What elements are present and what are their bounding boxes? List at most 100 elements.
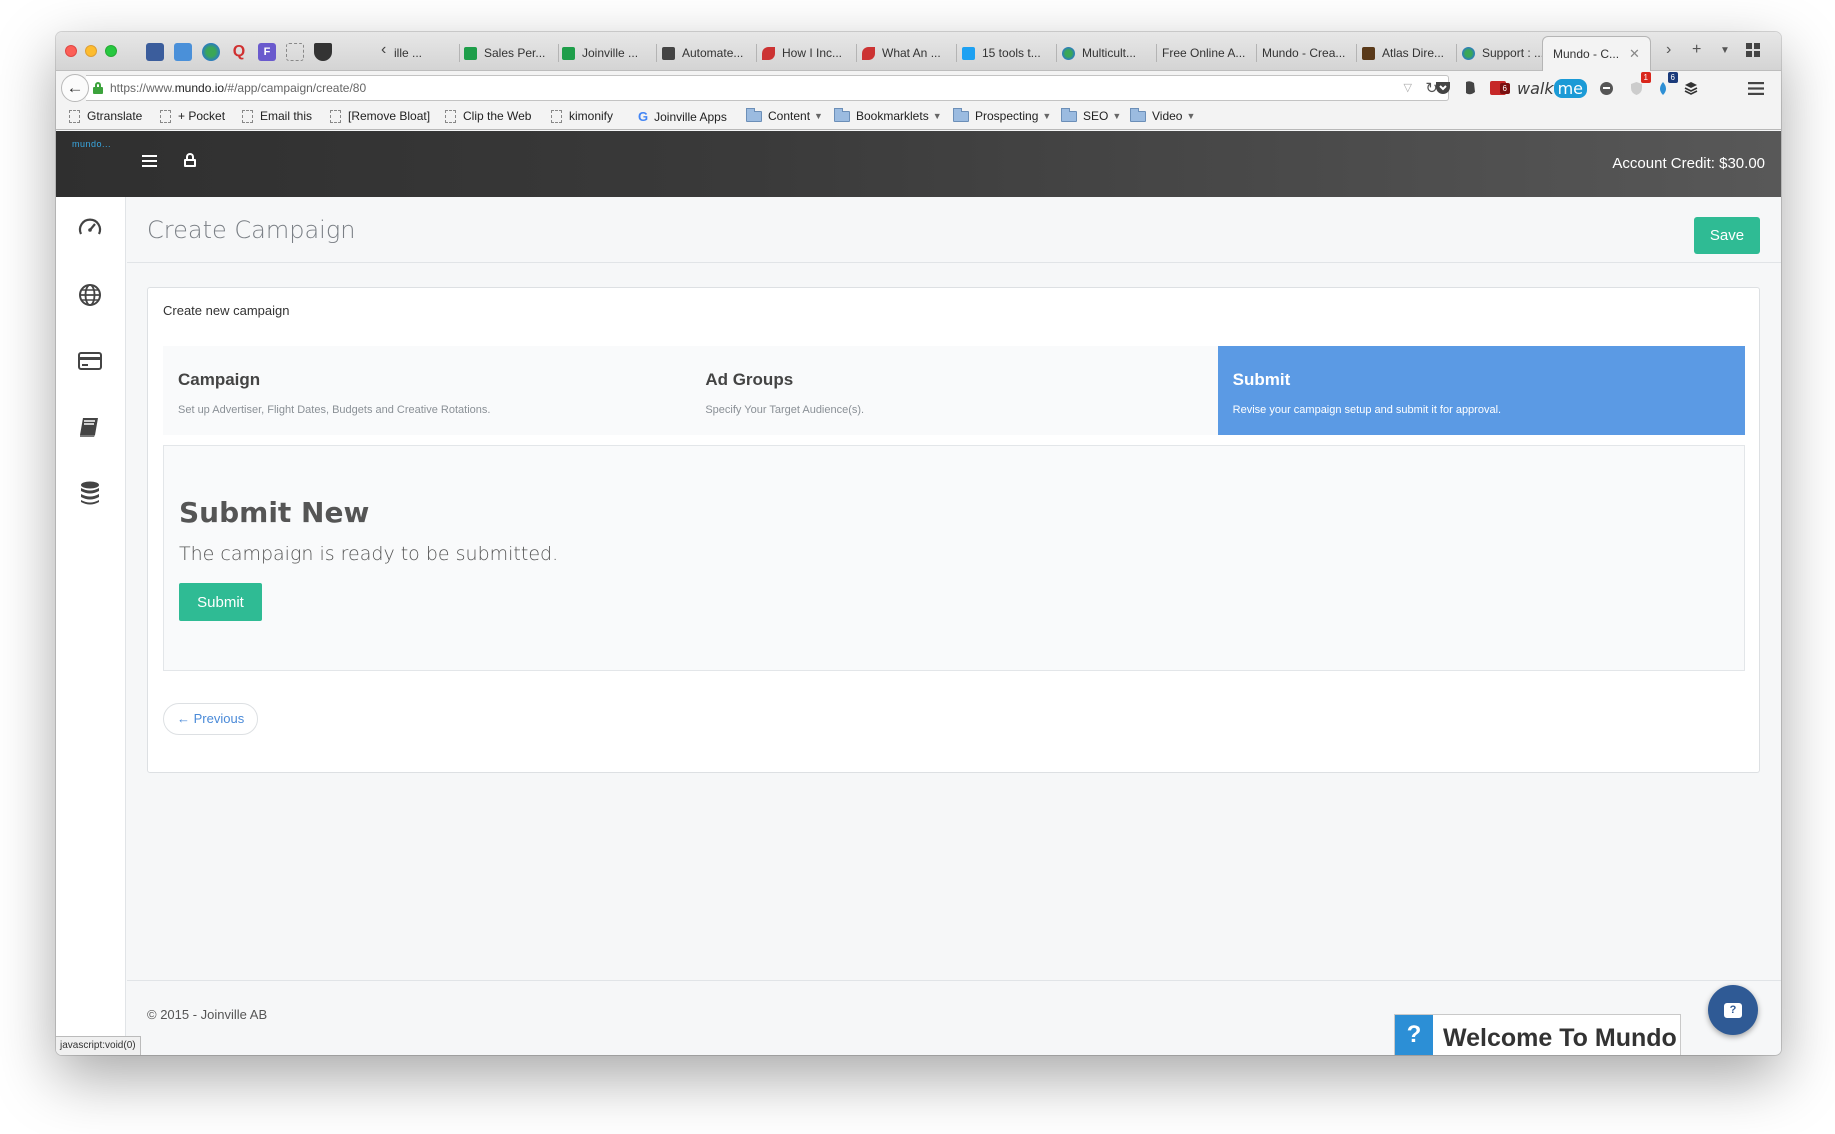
credit-card-icon bbox=[78, 352, 102, 370]
sheets-icon bbox=[464, 46, 477, 60]
tab-title: Automate... bbox=[682, 46, 744, 60]
maximize-window-button[interactable] bbox=[105, 45, 117, 57]
minimize-window-button[interactable] bbox=[85, 45, 97, 57]
bookmark-item[interactable]: + Pocket bbox=[160, 109, 225, 123]
tab-item[interactable]: What An ... bbox=[862, 41, 952, 65]
bookmark-folder[interactable]: Prospecting ▼ bbox=[953, 107, 1051, 123]
submit-button[interactable]: Submit bbox=[179, 583, 262, 621]
shield-extension-icon[interactable]: 1 bbox=[1627, 72, 1651, 98]
tab-title: Atlas Dire... bbox=[1382, 46, 1445, 60]
bookmark-folder[interactable]: SEO ▼ bbox=[1061, 107, 1121, 123]
tab-title: Free Online A... bbox=[1162, 46, 1246, 60]
step-title: Submit bbox=[1232, 370, 1291, 389]
tab-item[interactable]: How I Inc... bbox=[762, 41, 852, 65]
close-window-button[interactable] bbox=[65, 45, 77, 57]
sidebar-item-database[interactable] bbox=[76, 479, 104, 507]
hamburger-menu-icon[interactable] bbox=[142, 155, 157, 167]
bookmark-folder[interactable]: Content ▼ bbox=[746, 107, 823, 123]
tab-item[interactable]: ille ... bbox=[394, 41, 454, 65]
pinned-tab-globe-icon[interactable] bbox=[202, 43, 220, 61]
bookmark-folder[interactable]: Bookmarklets ▼ bbox=[834, 107, 942, 123]
bookmark-item[interactable]: Email this bbox=[242, 109, 312, 123]
tab-separator bbox=[656, 44, 657, 62]
tab-list-icon[interactable]: ▼ bbox=[1720, 45, 1730, 56]
app-logo[interactable]: mundo... bbox=[72, 139, 111, 149]
bookmark-label: Content bbox=[768, 109, 811, 123]
bookmark-item[interactable]: Clip the Web bbox=[445, 109, 531, 123]
step-title: Campaign bbox=[178, 370, 261, 389]
tab-item[interactable]: Free Online A... bbox=[1162, 41, 1252, 65]
sidebar-item-billing[interactable] bbox=[76, 347, 104, 375]
tab-title: Mundo - Crea... bbox=[1262, 46, 1346, 60]
bookmark-label: Bookmarklets bbox=[856, 109, 929, 123]
tab-active[interactable]: Mundo - C... ✕ bbox=[1542, 36, 1651, 71]
chevron-down-icon: ▼ bbox=[1186, 111, 1196, 121]
help-chat-button[interactable]: ? bbox=[1708, 985, 1758, 1035]
step-ad-groups[interactable]: Ad Groups Specify Your Target Audience(s… bbox=[690, 346, 1218, 435]
browser-menu-icon[interactable] bbox=[1747, 78, 1765, 98]
pinned-tab-chart-icon[interactable] bbox=[146, 43, 164, 61]
sheets-icon bbox=[562, 46, 575, 60]
tab-title: What An ... bbox=[882, 46, 941, 60]
close-tab-icon[interactable]: ✕ bbox=[1629, 46, 1640, 62]
rocket-icon bbox=[762, 46, 775, 60]
tab-title: Joinville ... bbox=[582, 46, 639, 60]
evernote-icon[interactable] bbox=[1460, 78, 1480, 98]
tab-separator bbox=[856, 44, 857, 62]
submit-title: Submit New bbox=[179, 496, 370, 529]
chevron-down-icon: ▼ bbox=[932, 111, 942, 121]
bookmark-item[interactable]: Gtranslate bbox=[69, 109, 142, 123]
lock-icon[interactable] bbox=[184, 153, 196, 167]
tab-title: Mundo - C... bbox=[1553, 47, 1620, 61]
extension-badge-red: 1 bbox=[1640, 72, 1651, 83]
chat-face-icon[interactable] bbox=[1596, 78, 1616, 98]
page-icon bbox=[160, 109, 171, 123]
tab-separator bbox=[1456, 44, 1457, 62]
bookmark-item[interactable]: kimonify bbox=[551, 109, 613, 123]
tab-title: Sales Per... bbox=[484, 46, 546, 60]
pocket-icon[interactable] bbox=[1433, 78, 1453, 98]
tab-groups-icon[interactable] bbox=[1746, 43, 1760, 62]
drop-extension-icon[interactable]: 6 bbox=[1654, 72, 1678, 98]
step-campaign[interactable]: Campaign Set up Advertiser, Flight Dates… bbox=[163, 346, 691, 435]
tab-item[interactable]: Sales Per... bbox=[464, 41, 554, 65]
tab-item[interactable]: Support : ... bbox=[1462, 41, 1552, 65]
tab-scroll-left-icon[interactable]: ‹ bbox=[381, 41, 386, 59]
pinned-tab-pocket-icon[interactable] bbox=[314, 43, 332, 61]
chat-bubble-icon: ? bbox=[1724, 1002, 1742, 1018]
pinned-tab-f-icon[interactable]: F bbox=[258, 43, 276, 61]
tab-item[interactable]: Atlas Dire... bbox=[1362, 41, 1452, 65]
bookmark-item[interactable]: [Remove Bloat] bbox=[330, 109, 430, 123]
save-button[interactable]: Save bbox=[1694, 217, 1760, 254]
tab-item[interactable]: Automate... bbox=[662, 41, 752, 65]
sidebar-item-globe[interactable] bbox=[76, 281, 104, 309]
url-bar[interactable]: https://www.mundo.io/#/app/campaign/crea… bbox=[86, 75, 1449, 101]
buffer-stack-icon[interactable] bbox=[1682, 78, 1700, 98]
step-submit[interactable]: Submit Revise your campaign setup and su… bbox=[1217, 346, 1745, 435]
url-history-dropdown-icon[interactable]: ▽ bbox=[1404, 81, 1412, 94]
tab-item[interactable]: Joinville ... bbox=[562, 41, 652, 65]
bookmark-folder[interactable]: Video ▼ bbox=[1130, 107, 1196, 123]
tab-item[interactable]: Mundo - Crea... bbox=[1262, 41, 1352, 65]
sidebar-item-docs[interactable] bbox=[76, 413, 104, 441]
pinned-tab-grid-icon[interactable] bbox=[174, 43, 192, 61]
back-button[interactable]: ← bbox=[61, 74, 89, 102]
tab-item[interactable]: 15 tools t... bbox=[962, 41, 1052, 65]
pinned-tab-page-icon[interactable] bbox=[286, 43, 304, 61]
welcome-widget[interactable]: ? Welcome To Mundo bbox=[1394, 1014, 1681, 1055]
pinned-tab-quora-icon[interactable]: Q bbox=[230, 43, 248, 61]
new-tab-icon[interactable]: + bbox=[1692, 41, 1701, 59]
url-text[interactable]: https://www.mundo.io/#/app/campaign/crea… bbox=[110, 81, 366, 95]
bookmark-label: kimonify bbox=[569, 109, 614, 123]
tab-scroll-right-icon[interactable]: › bbox=[1666, 41, 1671, 59]
sidebar-item-dashboard[interactable] bbox=[76, 215, 104, 243]
walkme-logo[interactable]: walk me bbox=[1517, 78, 1588, 98]
panel-heading: Create new campaign bbox=[163, 303, 290, 318]
folder-icon bbox=[834, 107, 850, 122]
lastpass-icon[interactable]: 6 bbox=[1488, 78, 1510, 98]
bookmark-item[interactable]: G Joinville Apps bbox=[638, 109, 727, 124]
tab-item[interactable]: Multicult... bbox=[1062, 41, 1152, 65]
step-title: Ad Groups bbox=[705, 370, 794, 389]
page-title: Create Campaign bbox=[147, 216, 356, 244]
previous-button[interactable]: ← Previous bbox=[163, 703, 259, 735]
